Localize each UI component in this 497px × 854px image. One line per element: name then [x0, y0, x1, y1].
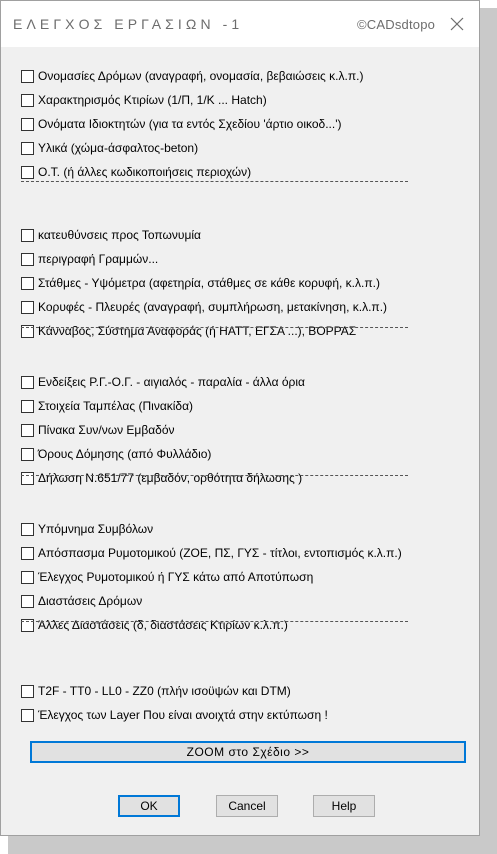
- checkbox[interactable]: [21, 228, 34, 242]
- checkbox-label: Έλεγχος Ρυμοτομικού ή ΓΥΣ κάτω από Αποτύ…: [38, 570, 314, 584]
- checkbox-label: Διαστάσεις Δρόμων: [38, 594, 143, 608]
- window-title: ΕΛΕΓΧΟΣ ΕΡΓΑΣΙΩΝ -1: [13, 16, 244, 32]
- checkbox[interactable]: [21, 93, 34, 107]
- checkbox-label: Απόσπασμα Ρυμοτομικού (ΖΟΕ, ΠΣ, ΓΥΣ - τί…: [38, 546, 402, 560]
- checkbox-label: Ονομασίες Δρόμων (αναγραφή, ονομασία, βε…: [38, 69, 364, 83]
- checklist-item[interactable]: Ο.Τ. (ή άλλες κωδικοποιήσεις περιοχών): [21, 163, 251, 181]
- checkbox-label: Πίνακα Συν/νων Εμβαδόν: [38, 423, 175, 437]
- checkbox[interactable]: [21, 165, 34, 179]
- checklist-item[interactable]: Άλλες Διαστάσεις (δ, διαστάσεις Κτιρίων …: [21, 616, 288, 634]
- help-button-label: Help: [331, 799, 357, 813]
- checkbox-label: Χαρακτηρισμός Κτιρίων (1/Π, 1/Κ ... Hatc…: [38, 93, 267, 107]
- window-shadow-bottom: [8, 836, 497, 854]
- checklist-item[interactable]: Έλεγχος των Layer Που είναι ανοιχτά στην…: [21, 706, 328, 724]
- checklist-item[interactable]: Χαρακτηρισμός Κτιρίων (1/Π, 1/Κ ... Hatc…: [21, 91, 267, 109]
- checkbox[interactable]: [21, 141, 34, 155]
- checklist-item[interactable]: Δήλωση Ν.651/77 (εμβαδόν, ορθότητα δήλωσ…: [21, 469, 302, 487]
- checkbox-label: κατευθύνσεις προς Τοπωνυμία: [38, 228, 201, 242]
- checkbox-label: Στοιχεία Ταμπέλας (Πινακίδα): [38, 399, 194, 413]
- title-bar[interactable]: ΕΛΕΓΧΟΣ ΕΡΓΑΣΙΩΝ -1 ©CADsdtopo: [1, 1, 479, 47]
- help-button[interactable]: Help: [313, 795, 375, 817]
- checkbox-label: Ο.Τ. (ή άλλες κωδικοποιήσεις περιοχών): [38, 165, 252, 179]
- checklist-item[interactable]: Ονόματα Ιδιοκτητών (για τα εντός Σχεδίου…: [21, 115, 342, 133]
- checkbox[interactable]: [21, 117, 34, 131]
- checkbox-label: Κορυφές - Πλευρές (αναγραφή, συμπλήρωση,…: [38, 300, 388, 314]
- checklist-item[interactable]: Ονομασίες Δρόμων (αναγραφή, ονομασία, βε…: [21, 67, 363, 85]
- ok-button[interactable]: OK: [118, 795, 180, 817]
- checklist-item[interactable]: περιγραφή Γραμμών...: [21, 250, 158, 268]
- cancel-button[interactable]: Cancel: [216, 795, 278, 817]
- checklist-item[interactable]: Υλικά (χώμα-άσφαλτος-beton): [21, 139, 198, 157]
- checklist-item[interactable]: Διαστάσεις Δρόμων: [21, 592, 142, 610]
- checkbox-label: Ενδείξεις Ρ.Γ.-Ο.Γ. - αιγιαλός - παραλία…: [38, 375, 305, 389]
- copyright-label: ©CADsdtopo: [357, 17, 436, 32]
- group-separator: [21, 327, 408, 328]
- checkbox[interactable]: [21, 276, 34, 290]
- checklist-item[interactable]: Στάθμες - Υψόμετρα (αφετηρία, στάθμες σε…: [21, 274, 380, 292]
- checkbox[interactable]: [21, 300, 34, 314]
- checklist-item[interactable]: κατευθύνσεις προς Τοπωνυμία: [21, 226, 201, 244]
- checklist-item[interactable]: Απόσπασμα Ρυμοτομικού (ΖΟΕ, ΠΣ, ΓΥΣ - τί…: [21, 544, 402, 562]
- checkbox-label: Ονόματα Ιδιοκτητών (για τα εντός Σχεδίου…: [38, 117, 342, 131]
- checkbox-label: Όρους Δόμησης (από Φυλλάδιο): [38, 447, 212, 461]
- checklist-item[interactable]: Κορυφές - Πλευρές (αναγραφή, συμπλήρωση,…: [21, 298, 387, 316]
- group-separator: [21, 475, 408, 476]
- checkbox[interactable]: [21, 423, 34, 437]
- checkbox[interactable]: [21, 447, 34, 461]
- checkbox[interactable]: [21, 546, 34, 560]
- checkbox[interactable]: [21, 252, 34, 266]
- checkbox-label: Δήλωση Ν.651/77 (εμβαδόν, ορθότητα δήλωσ…: [38, 471, 303, 485]
- checkbox-label: Υλικά (χώμα-άσφαλτος-beton): [38, 141, 199, 155]
- ok-button-label: OK: [140, 799, 158, 813]
- close-icon: [450, 17, 464, 31]
- checkbox[interactable]: [21, 684, 34, 698]
- checklist-item[interactable]: Κάνναβος, Σύστημα Αναφοράς (ή ΗΑΤΤ, ΕΓΣΑ…: [21, 322, 356, 340]
- checklist-item[interactable]: T2F - TT0 - LL0 - ZZ0 (πλήν ισοϋψών και …: [21, 682, 291, 700]
- checkbox-label: T2F - TT0 - LL0 - ZZ0 (πλήν ισοϋψών και …: [38, 684, 291, 698]
- group-separator: [21, 621, 408, 622]
- checkbox[interactable]: [21, 399, 34, 413]
- checkbox[interactable]: [21, 375, 34, 389]
- checkbox[interactable]: [21, 594, 34, 608]
- checkbox[interactable]: [21, 708, 34, 722]
- checkbox[interactable]: [21, 69, 34, 83]
- checkbox-label: Υπόμνημα Συμβόλων: [38, 522, 154, 536]
- checklist-item[interactable]: Έλεγχος Ρυμοτομικού ή ΓΥΣ κάτω από Αποτύ…: [21, 568, 313, 586]
- close-button[interactable]: [439, 9, 475, 39]
- checkbox[interactable]: [21, 471, 34, 485]
- checkbox-label: Έλεγχος των Layer Που είναι ανοιχτά στην…: [38, 708, 328, 722]
- check-work-dialog: ΕΛΕΓΧΟΣ ΕΡΓΑΣΙΩΝ -1 ©CADsdtopo Ονομασίες…: [0, 0, 480, 836]
- window-shadow-right: [480, 8, 497, 854]
- checkbox[interactable]: [21, 570, 34, 584]
- checkbox[interactable]: [21, 522, 34, 536]
- group-separator: [21, 181, 408, 182]
- checklist-item[interactable]: Πίνακα Συν/νων Εμβαδόν: [21, 421, 175, 439]
- cancel-button-label: Cancel: [228, 799, 266, 813]
- checklist-item[interactable]: Όρους Δόμησης (από Φυλλάδιο): [21, 445, 211, 463]
- checkbox-label: Στάθμες - Υψόμετρα (αφετηρία, στάθμες σε…: [38, 276, 380, 290]
- zoom-button-label: ΖΟΟΜ στο Σχέδιο >>: [186, 745, 310, 759]
- checklist-item[interactable]: Ενδείξεις Ρ.Γ.-Ο.Γ. - αιγιαλός - παραλία…: [21, 373, 305, 391]
- checklist-item[interactable]: Υπόμνημα Συμβόλων: [21, 520, 153, 538]
- zoom-to-drawing-button[interactable]: ΖΟΟΜ στο Σχέδιο >>: [30, 741, 466, 763]
- checkbox-label: περιγραφή Γραμμών...: [38, 252, 159, 266]
- checklist-item[interactable]: Στοιχεία Ταμπέλας (Πινακίδα): [21, 397, 193, 415]
